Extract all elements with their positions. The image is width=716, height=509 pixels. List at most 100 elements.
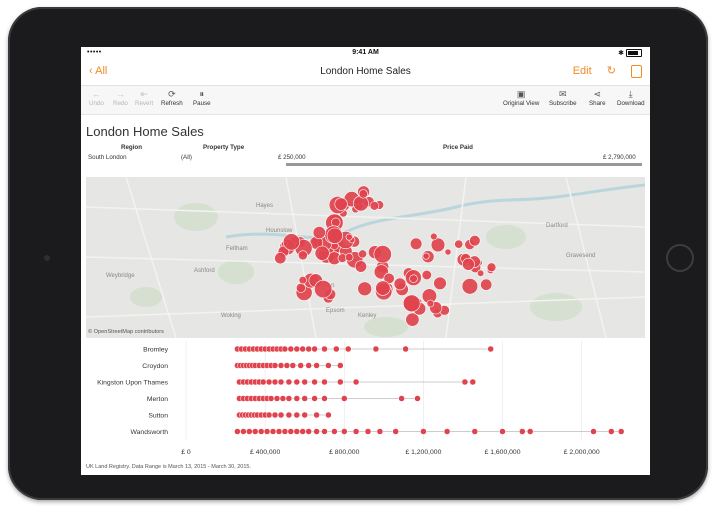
sale-bubble[interactable]	[314, 245, 330, 261]
price-point[interactable]	[469, 378, 477, 386]
home-button[interactable]	[666, 244, 694, 272]
price-point[interactable]	[281, 428, 289, 435]
price-point[interactable]	[301, 411, 308, 419]
original-view-button[interactable]: ▣ Original View	[503, 89, 539, 107]
price-point[interactable]	[321, 395, 328, 402]
refresh-button[interactable]: ⟳ Refresh	[161, 89, 183, 107]
price-point[interactable]	[337, 378, 344, 386]
price-point[interactable]	[285, 411, 293, 419]
sale-bubble[interactable]	[430, 232, 438, 241]
sale-bubble[interactable]	[298, 275, 307, 285]
price-point[interactable]	[279, 395, 287, 402]
price-point[interactable]	[277, 411, 285, 419]
price-point[interactable]	[299, 428, 306, 435]
price-point[interactable]	[414, 395, 421, 402]
sale-bubble[interactable]	[274, 252, 287, 265]
sale-bubble[interactable]	[331, 217, 341, 227]
price-point[interactable]	[471, 428, 479, 435]
price-point[interactable]	[285, 378, 293, 386]
price-point[interactable]	[321, 428, 328, 435]
sale-bubble[interactable]	[375, 280, 391, 296]
sale-bubble[interactable]	[334, 197, 348, 211]
map-view[interactable]: HayesHounslowFelthamAshfordWaltonWeybrid…	[86, 177, 645, 338]
price-point[interactable]	[293, 345, 301, 353]
price-point[interactable]	[277, 378, 285, 386]
price-point[interactable]	[313, 362, 320, 369]
reload-icon[interactable]: ↻	[607, 64, 616, 77]
price-point[interactable]	[443, 428, 451, 435]
price-point[interactable]	[344, 345, 352, 353]
pause-button[interactable]: ⏸ Pause	[193, 89, 211, 107]
price-point[interactable]	[337, 362, 344, 369]
price-point[interactable]	[265, 378, 273, 386]
sale-bubble[interactable]	[409, 274, 418, 283]
sale-bubble[interactable]	[314, 279, 333, 299]
sale-bubble[interactable]	[461, 278, 479, 295]
sale-bubble[interactable]	[295, 282, 306, 293]
sale-bubble[interactable]	[345, 233, 353, 241]
region-filter-all[interactable]: (All)	[181, 154, 192, 161]
price-point[interactable]	[283, 362, 291, 369]
price-point[interactable]	[321, 378, 328, 386]
price-point[interactable]	[273, 395, 281, 402]
sale-bubble[interactable]	[433, 276, 447, 291]
price-point[interactable]	[297, 362, 304, 369]
sale-bubble[interactable]	[469, 234, 481, 247]
price-point[interactable]	[487, 345, 494, 353]
sale-bubble[interactable]	[461, 257, 475, 271]
price-point[interactable]	[461, 378, 469, 386]
price-point[interactable]	[526, 428, 534, 435]
price-point[interactable]	[341, 395, 348, 402]
price-point[interactable]	[305, 362, 312, 369]
sale-bubble[interactable]	[486, 262, 497, 273]
price-point[interactable]	[305, 428, 312, 435]
price-point[interactable]	[392, 428, 399, 435]
price-point[interactable]	[398, 395, 405, 402]
price-point[interactable]	[301, 378, 308, 386]
price-point[interactable]	[325, 362, 332, 369]
price-point[interactable]	[364, 428, 372, 435]
price-point[interactable]	[271, 411, 279, 419]
sale-bubble[interactable]	[373, 245, 392, 264]
price-point[interactable]	[617, 428, 625, 435]
sale-bubble[interactable]	[421, 269, 432, 281]
price-point[interactable]	[277, 362, 285, 369]
share-button[interactable]: ⋖ Share	[589, 89, 606, 107]
sale-bubble[interactable]	[357, 281, 373, 297]
sale-bubble[interactable]	[297, 250, 308, 261]
price-point[interactable]	[311, 378, 318, 386]
sale-bubble[interactable]	[409, 237, 423, 251]
price-point[interactable]	[257, 428, 265, 435]
price-point[interactable]	[287, 345, 295, 353]
sale-bubble[interactable]	[354, 260, 368, 273]
price-point[interactable]	[293, 395, 301, 402]
sale-bubble[interactable]	[326, 227, 343, 244]
price-point[interactable]	[352, 428, 360, 435]
price-point[interactable]	[259, 378, 267, 386]
price-point[interactable]	[313, 411, 320, 419]
price-point[interactable]	[301, 395, 308, 402]
sale-bubble[interactable]	[393, 277, 407, 291]
tabs-icon[interactable]	[631, 64, 642, 78]
price-range-slider[interactable]	[286, 163, 642, 166]
price-point[interactable]	[313, 428, 320, 435]
price-point[interactable]	[240, 428, 247, 435]
price-point[interactable]	[352, 378, 360, 386]
price-point[interactable]	[499, 428, 506, 435]
sale-bubble[interactable]	[358, 249, 367, 259]
price-point[interactable]	[289, 362, 297, 369]
sale-bubble[interactable]	[282, 233, 301, 251]
price-point[interactable]	[234, 428, 241, 435]
undo-button[interactable]: ← Undo	[89, 89, 104, 107]
edit-button[interactable]: Edit	[573, 65, 592, 77]
price-point[interactable]	[305, 345, 312, 353]
redo-button[interactable]: → Redo	[113, 89, 128, 107]
price-point[interactable]	[590, 428, 597, 435]
price-point[interactable]	[376, 428, 384, 435]
sale-bubble[interactable]	[345, 253, 354, 262]
price-point[interactable]	[271, 362, 279, 369]
sale-bubble[interactable]	[369, 201, 380, 211]
region-filter-value[interactable]: South London	[88, 154, 127, 161]
subscribe-button[interactable]: ✉ Subscribe	[549, 89, 577, 107]
sale-bubble[interactable]	[422, 252, 430, 260]
